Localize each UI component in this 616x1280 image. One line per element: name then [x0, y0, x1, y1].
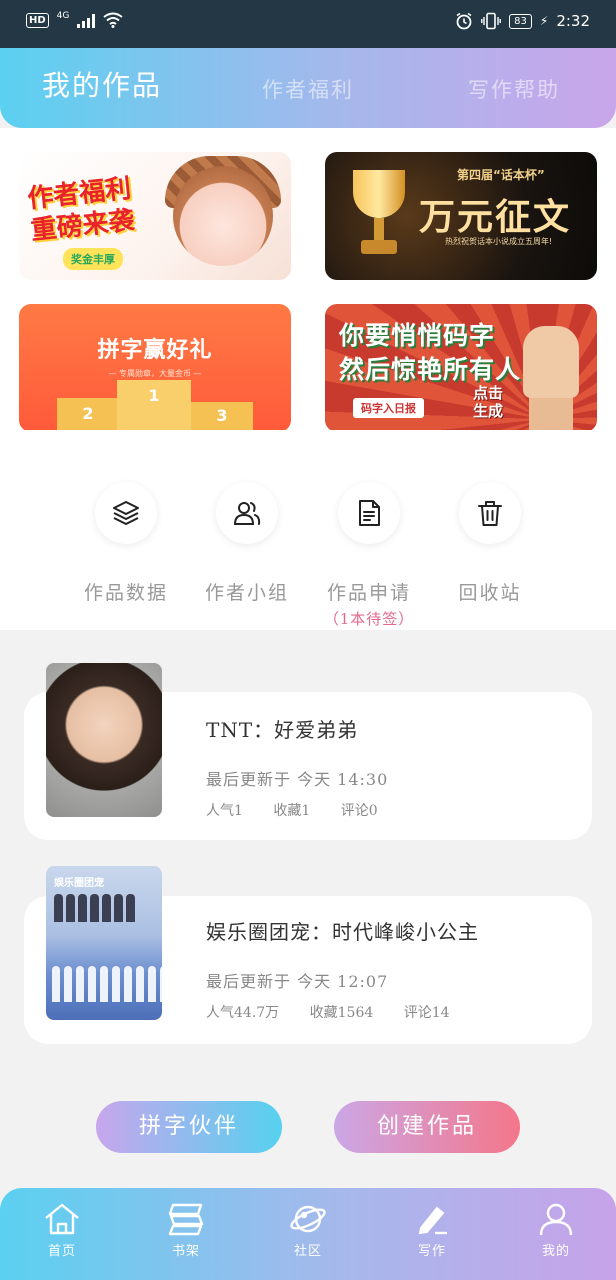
trophy-icon	[347, 170, 411, 262]
layers-icon	[113, 501, 139, 525]
cover-people-illustration	[52, 966, 162, 1002]
writing-partner-button[interactable]: 拼字伙伴	[96, 1101, 282, 1153]
banner-tag: 码字入日报	[353, 398, 424, 418]
nav-bookshelf[interactable]: 书架	[146, 1202, 226, 1259]
banner-daily-report[interactable]: 你要悄悄码字 然后惊艳所有人 码字入日报 点击 生成	[325, 304, 597, 432]
podium-second: 2	[57, 398, 119, 432]
work-comments: 评论14	[403, 1005, 450, 1021]
tab-writing-help[interactable]: 写作帮助	[468, 74, 560, 104]
group-icon	[233, 502, 261, 525]
work-popularity: 人气44.7万	[206, 1005, 280, 1021]
nav-home-label: 首页	[47, 1244, 76, 1259]
work-stats: 人气44.7万 收藏1564 评论14	[206, 1002, 450, 1022]
work-cover-image[interactable]: 娱乐圈团宠	[46, 866, 162, 1020]
work-cover-image[interactable]	[46, 663, 162, 817]
work-favorites: 收藏1564	[309, 1005, 374, 1021]
work-title[interactable]: 娱乐圈团宠：时代峰峻小公主	[206, 916, 479, 945]
nav-community-label: 社区	[293, 1244, 322, 1259]
banner-title-line2: 然后惊艳所有人	[339, 355, 522, 384]
author-group-label: 作者小组	[204, 582, 289, 604]
header: 我的作品 作者福利 写作帮助	[0, 48, 616, 128]
work-comments: 评论0	[340, 803, 378, 819]
alarm-icon	[456, 12, 472, 30]
banner-badge: 奖金丰厚	[63, 248, 123, 270]
home-icon	[45, 1203, 79, 1235]
banner-title: 拼字赢好礼	[97, 338, 213, 363]
works-apply-button[interactable]	[338, 482, 400, 544]
banner-caption: 热烈祝贺话本小说成立五周年!	[445, 237, 553, 246]
cover-title: 娱乐圈团宠	[54, 878, 104, 889]
works-data-button[interactable]	[95, 482, 157, 544]
work-updated-time: 最后更新于 今天 14:30	[206, 770, 389, 789]
tab-my-works[interactable]: 我的作品	[42, 64, 162, 104]
recycle-bin-label: 回收站	[458, 582, 522, 604]
wifi-icon	[103, 12, 123, 28]
recycle-bin-button[interactable]	[459, 482, 521, 544]
work-popularity: 人气1	[206, 803, 243, 819]
bookshelf-icon	[168, 1203, 204, 1236]
user-icon	[539, 1203, 573, 1236]
podium-first: 1	[117, 380, 191, 432]
banner-author-benefits[interactable]: 作者福利 重磅来袭 奖金丰厚	[19, 152, 291, 280]
bottom-nav: 首页 书架 社区 写作 我的	[0, 1188, 616, 1280]
cover-group-photo	[54, 894, 135, 922]
banner-title: 作者福利 重磅来袭	[26, 173, 136, 247]
nav-community[interactable]: 社区	[268, 1202, 348, 1259]
nav-write[interactable]: 写作	[392, 1202, 472, 1259]
battery-indicator: 83	[509, 13, 532, 29]
nav-bookshelf-label: 书架	[171, 1244, 200, 1259]
banner-caption: — 专属勋章，大量金币 —	[108, 369, 202, 378]
trash-icon	[478, 501, 502, 526]
banner-cta: 点击 生成	[473, 384, 504, 420]
status-bar: HD 4G 83 ⚡ 2:32	[0, 0, 616, 48]
clock: 2:32	[556, 12, 590, 30]
banner-contest[interactable]: 第四届“话本杯” 万元征文 热烈祝贺话本小说成立五周年!	[325, 152, 597, 280]
planet-icon	[290, 1205, 326, 1233]
document-icon	[359, 500, 380, 526]
nav-write-label: 写作	[417, 1244, 446, 1259]
work-favorites: 收藏1	[273, 803, 311, 819]
vibrate-icon	[481, 12, 502, 30]
banner-title: 万元征文	[419, 197, 572, 238]
charging-icon: ⚡	[539, 14, 549, 28]
work-updated-time: 最后更新于 今天 12:07	[206, 972, 389, 991]
banner-grid: 作者福利 重磅来袭 奖金丰厚 第四届“话本杯” 万元征文 热烈祝贺话本小说成立五…	[0, 128, 616, 432]
banner-subtitle: 第四届“话本杯”	[457, 168, 545, 182]
banner-word-race[interactable]: 拼字赢好礼 — 专属勋章，大量金币 — 2 1 3	[19, 304, 291, 432]
nav-me-label: 我的	[541, 1244, 570, 1259]
banner-title-line1: 你要悄悄码字	[339, 321, 496, 350]
works-data-label: 作品数据	[83, 582, 168, 604]
pending-sign-count: （1本待签）	[323, 610, 415, 628]
create-work-button[interactable]: 创建作品	[334, 1101, 520, 1153]
shortcut-row: 作品数据 作者小组 作品申请 （1本待签） 回收站	[0, 430, 616, 630]
fist-icon	[523, 326, 579, 398]
signal-icon	[77, 12, 96, 28]
work-stats: 人气1 收藏1 评论0	[206, 800, 378, 820]
podium-third: 3	[191, 402, 253, 432]
network-type: 4G	[56, 11, 70, 21]
character-illustration	[173, 166, 273, 266]
pen-icon	[418, 1206, 447, 1235]
author-group-button[interactable]	[216, 482, 278, 544]
hd-indicator: HD	[26, 12, 49, 28]
nav-me[interactable]: 我的	[516, 1202, 596, 1259]
nav-home[interactable]: 首页	[22, 1202, 102, 1259]
tab-author-benefits[interactable]: 作者福利	[262, 74, 354, 104]
work-title[interactable]: TNT：好爱弟弟	[206, 714, 358, 743]
works-apply-label: 作品申请	[326, 582, 411, 604]
